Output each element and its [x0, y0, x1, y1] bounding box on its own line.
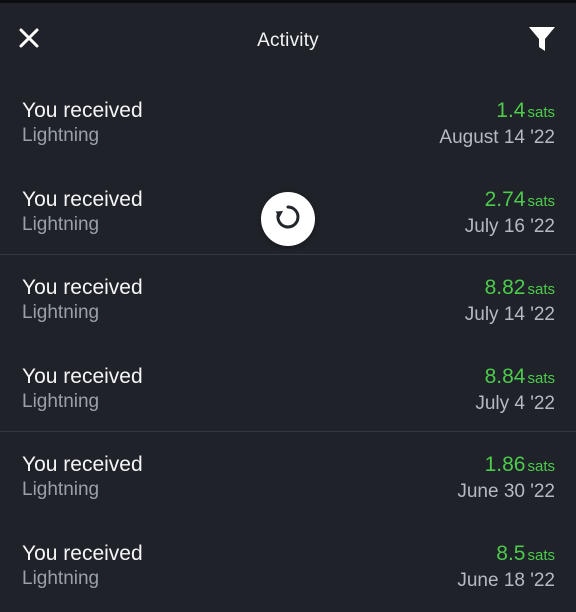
- filter-button[interactable]: [526, 25, 558, 57]
- transaction-type: Lightning: [22, 125, 100, 146]
- transaction-amount: 2.74 sats: [465, 187, 555, 215]
- transaction-title: You received: [22, 541, 143, 565]
- list-item[interactable]: You received Lightning 8.82 sats July 14 …: [0, 255, 576, 344]
- amount-value: 8.84: [484, 364, 526, 388]
- transaction-amount: 1.86 sats: [457, 452, 555, 480]
- transaction-type: Lightning: [22, 213, 100, 235]
- page-title: Activity: [257, 30, 319, 51]
- transaction-amount: 8.5 sats: [457, 541, 555, 569]
- list-item[interactable]: You received Lightning 8.5 sats June 18 '…: [0, 521, 576, 610]
- transaction-date: July 14 '22: [464, 304, 555, 325]
- amount-unit: sats: [527, 192, 555, 210]
- transaction-title: You received: [22, 99, 143, 122]
- amount-unit: sats: [527, 369, 555, 387]
- list-item[interactable]: You received Lightning 1.4 sats August 14…: [0, 78, 576, 167]
- refresh-icon: [273, 202, 303, 237]
- amount-unit: sats: [527, 281, 555, 298]
- transaction-amount: 1.4 sats: [439, 98, 555, 126]
- transaction-type: Lightning: [22, 390, 100, 412]
- amount-value: 8.82: [484, 276, 526, 299]
- transaction-title: You received: [22, 187, 143, 211]
- refresh-button[interactable]: [261, 192, 315, 246]
- transaction-amount: 8.84 sats: [475, 364, 555, 392]
- amount-unit: sats: [527, 546, 555, 564]
- amount-value: 1.4: [496, 99, 526, 122]
- transaction-type: Lightning: [22, 479, 100, 500]
- activity-list: You received Lightning 1.4 sats August 14…: [0, 78, 576, 609]
- list-item[interactable]: You received Lightning 8.84 sats July 4 '…: [0, 344, 576, 432]
- transaction-date: July 16 '22: [464, 215, 555, 237]
- transaction-date: June 18 '22: [457, 569, 555, 591]
- transaction-date: July 4 '22: [475, 392, 555, 414]
- list-item[interactable]: You received Lightning 1.86 sats June 30 …: [0, 432, 576, 521]
- amount-unit: sats: [527, 458, 555, 475]
- amount-value: 8.5: [496, 541, 526, 565]
- transaction-title: You received: [22, 453, 143, 476]
- transaction-date: August 14 '22: [439, 127, 555, 148]
- header: Activity: [0, 3, 576, 81]
- transaction-date: June 30 '22: [457, 481, 555, 502]
- amount-value: 2.74: [484, 187, 526, 211]
- transaction-amount: 8.82 sats: [465, 275, 555, 303]
- amount-unit: sats: [527, 104, 555, 121]
- transaction-type: Lightning: [22, 302, 100, 323]
- amount-value: 1.86: [484, 453, 526, 476]
- transaction-title: You received: [22, 364, 143, 388]
- transaction-type: Lightning: [22, 567, 100, 589]
- filter-icon: [528, 25, 556, 58]
- transaction-title: You received: [22, 276, 143, 299]
